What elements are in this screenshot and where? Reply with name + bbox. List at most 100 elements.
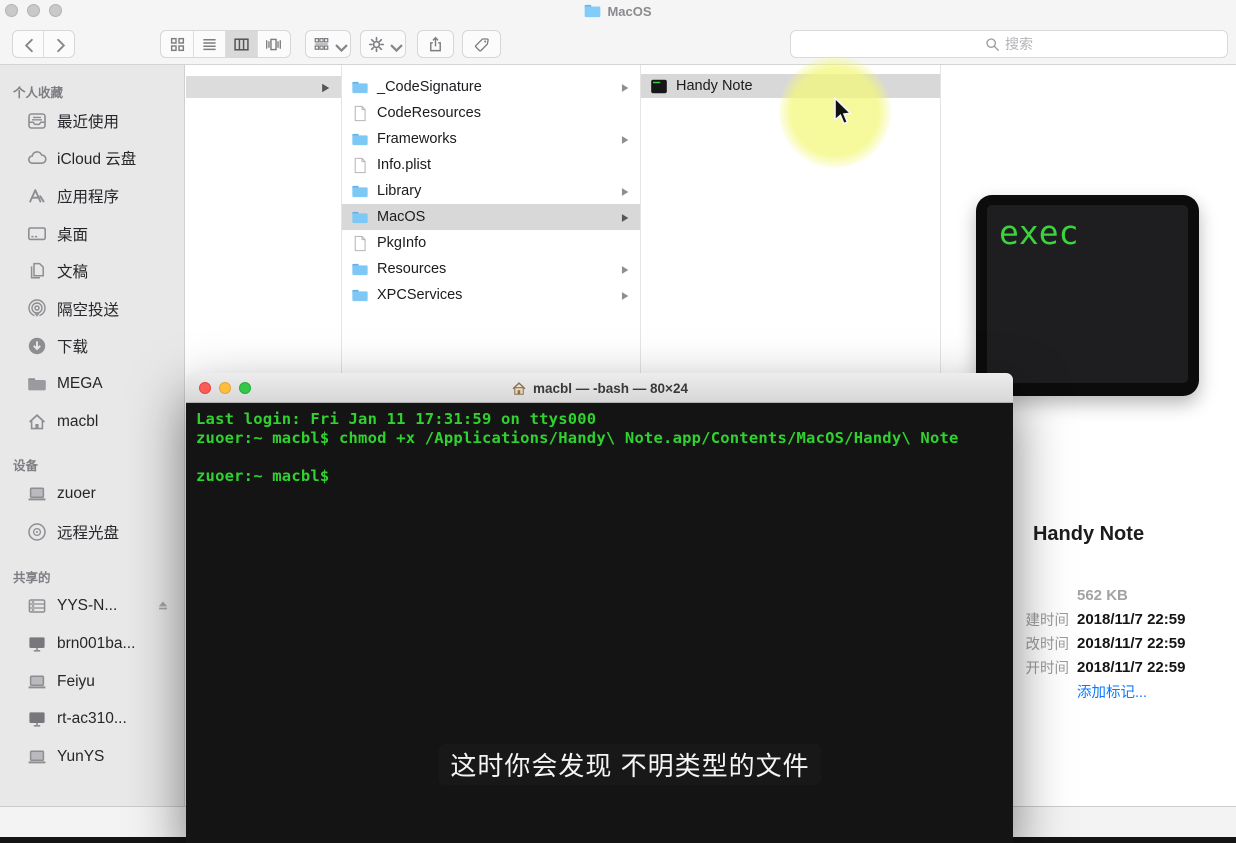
list-view-button[interactable] — [193, 31, 225, 57]
search-placeholder: 搜索 — [1005, 34, 1033, 54]
disclosure-arrow-icon — [320, 81, 330, 93]
sidebar-item-remote-disc[interactable]: 远程光盘 — [0, 513, 184, 551]
tag-button[interactable] — [462, 30, 501, 58]
screen: MacOS — [0, 0, 1236, 843]
file-row-xpcservices[interactable]: XPCServices — [342, 282, 640, 308]
applications-icon — [27, 186, 47, 206]
sidebar-item-zuoer[interactable]: zuoer — [0, 475, 184, 513]
sidebar-item-recents[interactable]: 最近使用 — [0, 102, 184, 140]
terminal-line: zuoer:~ macbl$ — [196, 467, 1003, 486]
file-row-coderesources[interactable]: CodeResources — [342, 100, 640, 126]
sidebar: 个人收藏 最近使用 iCloud 云盘 应用程序 桌面 文稿 隔空投送 下载 M… — [0, 65, 185, 806]
file-row-codesignature[interactable]: _CodeSignature — [342, 74, 640, 100]
folder-icon — [351, 287, 369, 304]
laptop-icon — [27, 747, 47, 767]
document-icon — [351, 235, 369, 252]
folder-icon — [351, 183, 369, 200]
file-row-resources[interactable]: Resources — [342, 256, 640, 282]
folder-icon — [351, 261, 369, 278]
group-icon — [313, 36, 330, 53]
search-icon — [985, 37, 1000, 52]
sidebar-item-documents[interactable]: 文稿 — [0, 252, 184, 290]
recents-icon — [27, 111, 47, 131]
share-icon — [427, 36, 444, 53]
downloads-icon — [27, 336, 47, 356]
file-row-macos[interactable]: MacOS — [342, 204, 640, 230]
laptop-icon — [27, 672, 47, 692]
search-field[interactable]: 搜索 — [790, 30, 1228, 58]
add-tags-link[interactable]: 添加标记... — [1077, 681, 1236, 702]
icon-view-button[interactable] — [161, 31, 193, 57]
sidebar-section-devices: 设备 — [0, 453, 184, 475]
tag-icon — [473, 36, 490, 53]
column-view-button[interactable] — [225, 31, 257, 57]
group-button[interactable] — [305, 30, 351, 58]
gallery-view-button[interactable] — [257, 31, 289, 57]
sidebar-item-brn001ba[interactable]: brn001ba... — [0, 625, 184, 663]
executable-file-icon — [650, 78, 668, 95]
folder-icon — [351, 209, 369, 226]
view-mode-control — [160, 30, 291, 58]
sidebar-section-shared: 共享的 — [0, 566, 184, 588]
sidebar-item-home[interactable]: macbl — [0, 403, 184, 441]
gear-icon — [368, 36, 385, 53]
action-button[interactable] — [360, 30, 406, 58]
exec-preview-icon: exec — [976, 195, 1199, 396]
sidebar-item-downloads[interactable]: 下载 — [0, 328, 184, 366]
share-button[interactable] — [417, 30, 454, 58]
display-icon — [27, 709, 47, 729]
sidebar-item-applications[interactable]: 应用程序 — [0, 177, 184, 215]
file-row-library[interactable]: Library — [342, 178, 640, 204]
file-row-infoplist[interactable]: Info.plist — [342, 152, 640, 178]
disclosure-arrow-icon — [620, 264, 629, 275]
forward-button[interactable] — [43, 31, 74, 57]
sidebar-item-yys[interactable]: YYS-N... — [0, 588, 184, 626]
document-icon — [351, 105, 369, 122]
sidebar-item-rt-ac310[interactable]: rt-ac310... — [0, 700, 184, 738]
mouse-cursor — [833, 97, 854, 127]
nav-buttons — [12, 30, 75, 58]
selected-parent-row[interactable] — [186, 76, 341, 98]
window-title: MacOS — [0, 0, 1236, 22]
column-view-icon — [233, 36, 250, 53]
sidebar-item-icloud[interactable]: iCloud 云盘 — [0, 140, 184, 178]
documents-icon — [27, 261, 47, 281]
chevron-down-icon — [333, 39, 343, 49]
file-row-pkginfo[interactable]: PkgInfo — [342, 230, 640, 256]
disclosure-arrow-icon — [620, 212, 629, 223]
chevron-left-icon — [21, 37, 36, 52]
home-folder-icon — [511, 381, 527, 396]
sidebar-item-desktop[interactable]: 桌面 — [0, 215, 184, 253]
sidebar-section-favorites: 个人收藏 — [0, 80, 184, 102]
finder-titlebar[interactable]: MacOS — [0, 0, 1236, 22]
home-icon — [27, 412, 47, 432]
terminal-title: macbl — -bash — 80×24 — [186, 373, 1013, 403]
laptop-icon — [27, 484, 47, 504]
disclosure-arrow-icon — [620, 82, 629, 93]
disc-icon — [27, 522, 47, 542]
terminal-line — [196, 448, 1003, 467]
terminal-titlebar[interactable]: macbl — -bash — 80×24 — [186, 373, 1013, 403]
file-size: 562 KB — [1077, 587, 1128, 604]
window-title-text: MacOS — [607, 4, 651, 19]
disclosure-arrow-icon — [620, 290, 629, 301]
list-view-icon — [201, 36, 218, 53]
chevron-right-icon — [52, 37, 67, 52]
eject-icon[interactable] — [156, 599, 170, 613]
gallery-view-icon — [265, 36, 282, 53]
finder-toolbar: 搜索 — [0, 22, 1236, 65]
sidebar-item-airdrop[interactable]: 隔空投送 — [0, 290, 184, 328]
icon-view-icon — [169, 36, 186, 53]
back-button[interactable] — [13, 31, 43, 57]
chevron-down-icon — [388, 39, 398, 49]
sidebar-item-mega[interactable]: MEGA — [0, 365, 184, 403]
icloud-icon — [27, 148, 47, 168]
file-row-frameworks[interactable]: Frameworks — [342, 126, 640, 152]
terminal-line: zuoer:~ macbl$ chmod +x /Applications/Ha… — [196, 429, 1003, 448]
desktop-icon — [27, 224, 47, 244]
folder-icon — [351, 131, 369, 148]
folder-icon — [27, 374, 47, 394]
sidebar-item-yunys[interactable]: YunYS — [0, 738, 184, 776]
sidebar-item-feiyu[interactable]: Feiyu — [0, 663, 184, 701]
document-icon — [351, 157, 369, 174]
